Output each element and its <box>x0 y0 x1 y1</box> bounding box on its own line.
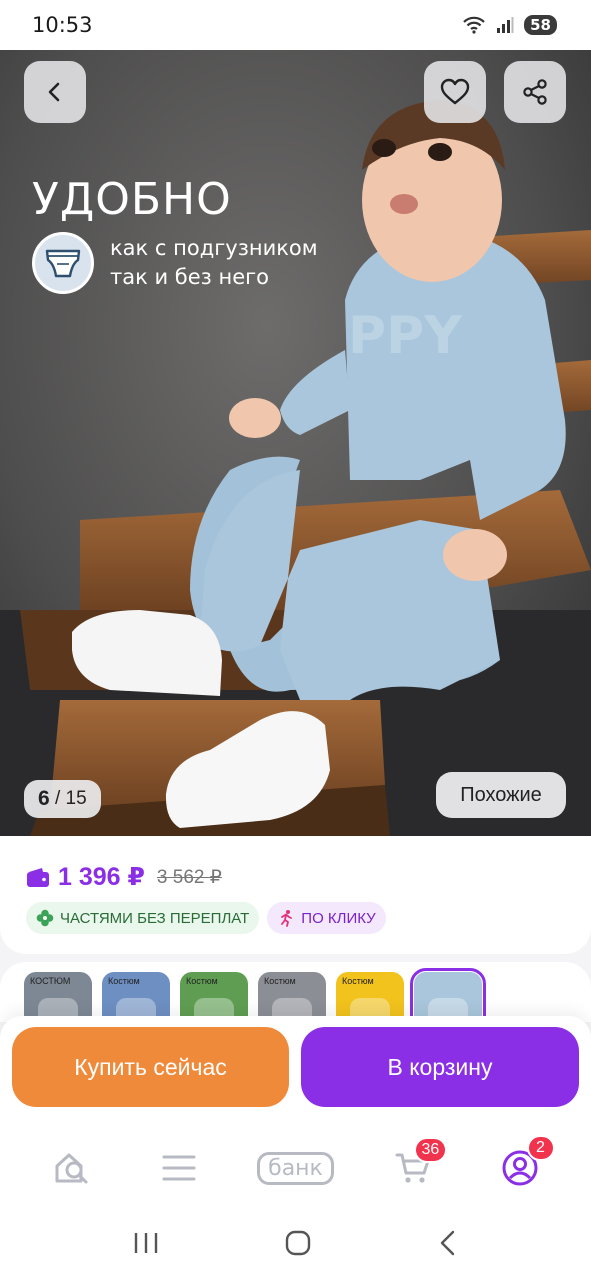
one-click-badge[interactable]: ПО КЛИКУ <box>267 902 386 934</box>
image-counter: 6 / 15 <box>24 780 101 818</box>
bottom-navigation: банк 36 2 <box>0 1126 591 1210</box>
variant-thumbnail[interactable] <box>410 968 486 1022</box>
share-icon <box>523 79 547 105</box>
product-photo: PPY <box>0 50 591 836</box>
back-button[interactable] <box>24 61 86 123</box>
variant-thumbnail[interactable]: Костюм <box>336 972 404 1022</box>
nav-home[interactable] <box>37 1138 107 1198</box>
hero-subtitle-line2: так и без него <box>110 265 270 289</box>
hero-feature: как с подгузником так и без него <box>32 232 318 294</box>
variant-thumbnail[interactable]: Костюм <box>180 972 248 1022</box>
running-person-icon <box>281 910 293 927</box>
thumbnail-label: КОСТЮМ <box>30 976 71 986</box>
buy-now-button[interactable]: Купить сейчас <box>12 1027 289 1107</box>
hero-title: УДОБНО <box>32 174 232 225</box>
status-time: 10:53 <box>32 13 93 37</box>
image-counter-total: 15 <box>65 788 87 809</box>
status-icons: 58 <box>462 15 557 35</box>
bank-icon: банк <box>257 1151 334 1185</box>
favorite-button[interactable] <box>424 61 486 123</box>
image-counter-current: 6 <box>38 787 50 810</box>
clover-icon <box>36 909 54 927</box>
installments-badge-label: ЧАСТЯМИ БЕЗ ПЕРЕПЛАТ <box>60 909 250 927</box>
variant-thumbnail[interactable]: Костюм <box>258 972 326 1022</box>
nav-bank[interactable]: банк <box>251 1138 341 1198</box>
similar-button[interactable]: Похожие <box>436 772 566 818</box>
recent-apps-icon <box>134 1232 157 1253</box>
heart-icon <box>440 78 470 105</box>
home-search-icon <box>55 1153 87 1184</box>
price-row: 1 396 ₽ 3 562 ₽ <box>26 862 222 892</box>
system-back-button[interactable] <box>437 1229 459 1262</box>
product-screen: 10:53 58 PPY УДОБНО как с подгузником та… <box>0 0 591 1280</box>
cart-count-badge: 36 <box>413 1137 448 1163</box>
back-icon <box>440 1230 454 1255</box>
image-counter-separator: / <box>49 788 66 809</box>
variant-thumbnails: КОСТЮМ Костюм Костюм Костюм Костюм <box>0 962 591 1022</box>
wallet-icon <box>27 868 49 887</box>
promo-badges: ЧАСТЯМИ БЕЗ ПЕРЕПЛАТ ПО КЛИКУ <box>26 902 386 934</box>
thumbnail-strip: КОСТЮМ Костюм Костюм Костюм Костюм <box>24 968 486 1022</box>
catalog-menu-icon <box>162 1155 195 1181</box>
status-bar: 10:53 58 <box>0 0 591 50</box>
battery-icon: 58 <box>524 15 557 35</box>
share-button[interactable] <box>504 61 566 123</box>
profile-count-badge: 2 <box>526 1135 555 1161</box>
thumbnail-label: Костюм <box>108 976 140 986</box>
variant-thumbnail[interactable]: Костюм <box>102 972 170 1022</box>
diaper-icon <box>32 232 94 294</box>
hero-subtitle: как с подгузником так и без него <box>110 234 318 292</box>
thumbnail-label: Костюм <box>342 976 374 986</box>
wifi-icon <box>462 16 486 34</box>
back-arrow-icon <box>48 82 60 102</box>
signal-icon <box>496 16 514 34</box>
home-icon <box>285 1230 310 1255</box>
hero-subtitle-line1: как с подгузником <box>110 236 318 260</box>
price-card: 1 396 ₽ 3 562 ₽ ЧАСТЯМИ БЕЗ ПЕРЕПЛАТ ПО … <box>0 836 591 954</box>
home-button[interactable] <box>284 1229 312 1262</box>
product-image-gallery[interactable]: PPY УДОБНО как с подгузником так и без н… <box>0 50 591 836</box>
add-to-cart-button[interactable]: В корзину <box>301 1027 579 1107</box>
system-navigation <box>0 1210 591 1280</box>
recent-apps-button[interactable] <box>133 1231 159 1260</box>
variant-thumbnail[interactable]: КОСТЮМ <box>24 972 92 1022</box>
price-old: 3 562 ₽ <box>156 866 222 888</box>
thumbnail-label: Костюм <box>264 976 296 986</box>
price-current: 1 396 ₽ <box>58 863 145 891</box>
installments-badge[interactable]: ЧАСТЯМИ БЕЗ ПЕРЕПЛАТ <box>26 902 260 934</box>
shirt-text: PPY <box>348 306 463 366</box>
action-bar: Купить сейчас В корзину <box>0 1016 591 1126</box>
nav-profile[interactable]: 2 <box>485 1135 555 1198</box>
nav-catalog[interactable] <box>144 1138 214 1198</box>
nav-cart[interactable]: 36 <box>378 1137 448 1198</box>
one-click-badge-label: ПО КЛИКУ <box>301 909 376 927</box>
thumbnail-label: Костюм <box>186 976 218 986</box>
